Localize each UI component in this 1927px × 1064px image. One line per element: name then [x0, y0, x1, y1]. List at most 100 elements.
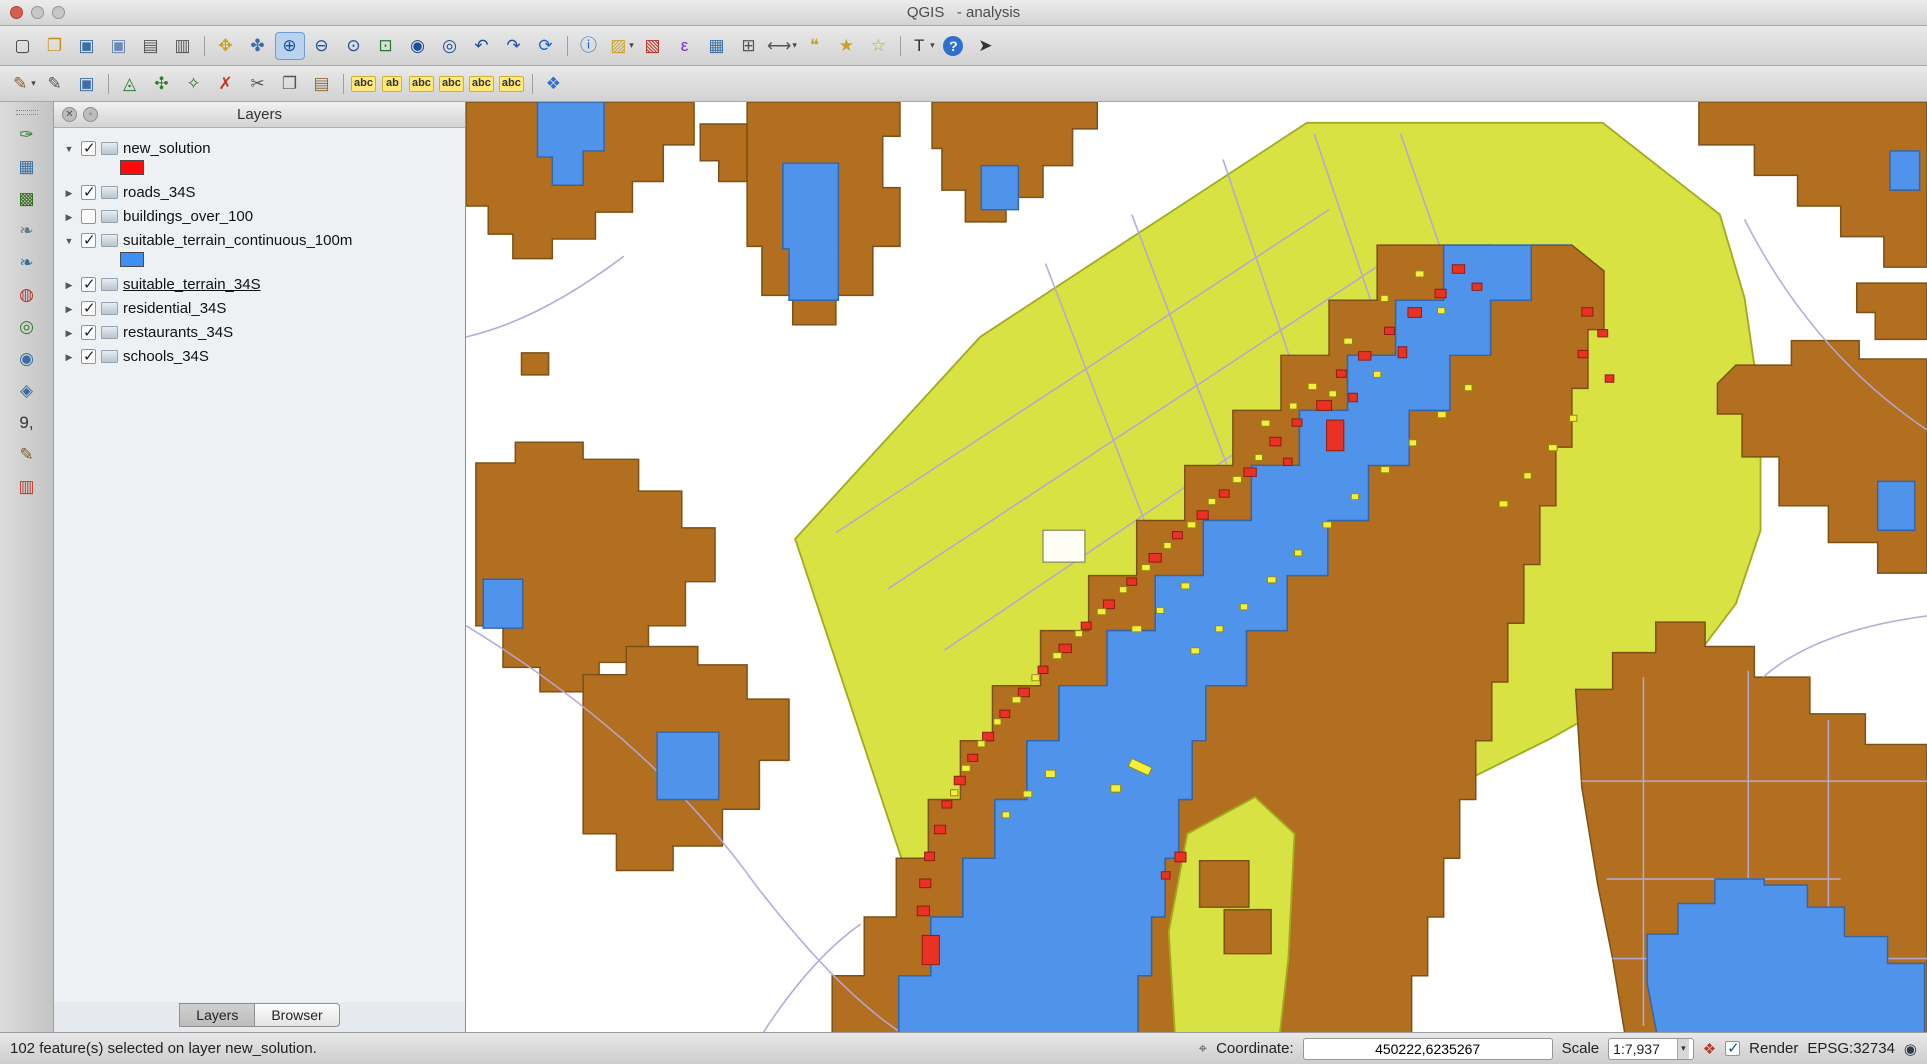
- select-by-expression-icon[interactable]: ε: [670, 32, 700, 60]
- zoom-window-button[interactable]: [52, 6, 65, 19]
- layer-row[interactable]: suitable_terrain_34S: [58, 272, 461, 296]
- add-wms-layer-icon[interactable]: ◎: [10, 313, 44, 341]
- layer-label[interactable]: roads_34S: [123, 184, 196, 201]
- map-canvas[interactable]: [466, 102, 1927, 1032]
- layer-label[interactable]: residential_34S: [123, 300, 226, 317]
- help-icon[interactable]: ?: [939, 32, 969, 60]
- expander-icon[interactable]: [62, 207, 76, 225]
- node-tool-icon[interactable]: ✧: [179, 70, 209, 98]
- measure-icon[interactable]: ⟷ ▾: [766, 32, 798, 60]
- add-vector-layer-icon[interactable]: ✑: [10, 121, 44, 149]
- combo-arrow-icon[interactable]: ▾: [1677, 1039, 1689, 1059]
- open-project-icon[interactable]: ❐: [40, 32, 70, 60]
- expander-icon[interactable]: [62, 231, 76, 249]
- layer-checkbox[interactable]: [81, 233, 96, 248]
- layer-row[interactable]: buildings_over_100: [58, 204, 461, 228]
- whats-this-icon[interactable]: ➤: [971, 32, 1001, 60]
- map-tips-icon[interactable]: ❝: [800, 32, 830, 60]
- minimize-window-button[interactable]: [31, 6, 44, 19]
- pan-to-selection-icon[interactable]: ✤: [243, 32, 273, 60]
- tab-layers[interactable]: Layers: [179, 1003, 255, 1027]
- layer-row[interactable]: restaurants_34S: [58, 320, 461, 344]
- expander-icon[interactable]: [62, 347, 76, 365]
- deselect-features-icon[interactable]: ▧: [638, 32, 668, 60]
- add-wfs-layer-icon[interactable]: ◈: [10, 377, 44, 405]
- layer-checkbox[interactable]: [81, 141, 96, 156]
- render-checkbox[interactable]: [1725, 1041, 1740, 1056]
- layer-checkbox[interactable]: [81, 185, 96, 200]
- tab-browser[interactable]: Browser: [255, 1003, 339, 1027]
- save-project-as-icon[interactable]: ▣: [104, 32, 134, 60]
- scale-combo[interactable]: 1:7,937 ▾: [1608, 1038, 1694, 1060]
- new-shapefile-icon[interactable]: ✎: [10, 441, 44, 469]
- expander-icon[interactable]: [62, 139, 76, 157]
- new-project-icon[interactable]: ▢: [8, 32, 38, 60]
- layer-label[interactable]: suitable_terrain_continuous_100m: [123, 232, 352, 249]
- identify-icon[interactable]: ⓘ: [574, 32, 604, 60]
- current-edits-icon[interactable]: ✎ ▾: [8, 70, 38, 98]
- toggle-editing-icon[interactable]: ✎: [40, 70, 70, 98]
- layer-label[interactable]: restaurants_34S: [123, 324, 233, 341]
- text-annotation-icon[interactable]: T ▾: [907, 32, 937, 60]
- label-move-icon[interactable]: abc: [438, 70, 466, 98]
- layer-checkbox[interactable]: [81, 325, 96, 340]
- label-rotate-icon[interactable]: abc: [468, 70, 496, 98]
- move-feature-icon[interactable]: ✣: [147, 70, 177, 98]
- add-spatialite-layer-icon[interactable]: ❧: [10, 217, 44, 245]
- layer-label[interactable]: new_solution: [123, 140, 211, 157]
- layer-label[interactable]: suitable_terrain_34S: [123, 276, 261, 293]
- layer-row[interactable]: new_solution: [58, 136, 461, 160]
- layer-label[interactable]: schools_34S: [123, 348, 209, 365]
- copy-features-icon[interactable]: ❐: [275, 70, 305, 98]
- stop-rendering-icon[interactable]: ❖: [1703, 1040, 1716, 1058]
- layer-checkbox[interactable]: [81, 277, 96, 292]
- add-raster-layer-icon[interactable]: ▦: [10, 153, 44, 181]
- zoom-actual-icon[interactable]: ⊙: [339, 32, 369, 60]
- zoom-in-icon[interactable]: ⊕: [275, 32, 305, 60]
- pan-map-icon[interactable]: ✥: [211, 32, 241, 60]
- zoom-to-layer-icon[interactable]: ◎: [435, 32, 465, 60]
- zoom-next-icon[interactable]: ↷: [499, 32, 529, 60]
- add-oracle-layer-icon[interactable]: ◍: [10, 281, 44, 309]
- toolbar-drag-handle[interactable]: [16, 110, 38, 115]
- tracking-icon[interactable]: ⌖: [1199, 1040, 1207, 1057]
- layer-checkbox[interactable]: [81, 349, 96, 364]
- layer-row[interactable]: suitable_terrain_continuous_100m: [58, 228, 461, 252]
- add-wcs-layer-icon[interactable]: ◉: [10, 345, 44, 373]
- labeling-options-icon[interactable]: abc: [350, 70, 378, 98]
- zoom-last-icon[interactable]: ↶: [467, 32, 497, 60]
- expander-icon[interactable]: [62, 299, 76, 317]
- label-show-hide-icon[interactable]: abc: [408, 70, 436, 98]
- select-features-icon[interactable]: ▨ ▾: [606, 32, 636, 60]
- close-window-button[interactable]: [10, 6, 23, 19]
- layer-row[interactable]: roads_34S: [58, 180, 461, 204]
- add-feature-icon[interactable]: ◬: [115, 70, 145, 98]
- expander-icon[interactable]: [62, 275, 76, 293]
- coordinate-input[interactable]: [1303, 1038, 1553, 1060]
- layer-row[interactable]: schools_34S: [58, 344, 461, 368]
- layer-row[interactable]: residential_34S: [58, 296, 461, 320]
- crs-status-icon[interactable]: ◉: [1904, 1040, 1917, 1058]
- expander-icon[interactable]: [62, 323, 76, 341]
- cut-features-icon[interactable]: ✂: [243, 70, 273, 98]
- zoom-full-icon[interactable]: ⊡: [371, 32, 401, 60]
- layer-label[interactable]: buildings_over_100: [123, 208, 253, 225]
- detach-panel-button[interactable]: ◦: [83, 107, 98, 122]
- label-pin-icon[interactable]: ab: [380, 70, 406, 98]
- new-bookmark-icon[interactable]: ★: [832, 32, 862, 60]
- add-mssql-layer-icon[interactable]: ❧: [10, 249, 44, 277]
- save-project-icon[interactable]: ▣: [72, 32, 102, 60]
- layer-checkbox[interactable]: [81, 209, 96, 224]
- new-composer-icon[interactable]: ▤: [136, 32, 166, 60]
- processing-toolbox-icon[interactable]: ❖: [539, 70, 569, 98]
- add-database-layer-icon[interactable]: ▩: [10, 185, 44, 213]
- zoom-out-icon[interactable]: ⊖: [307, 32, 337, 60]
- close-panel-button[interactable]: ✕: [62, 107, 77, 122]
- expander-icon[interactable]: [62, 183, 76, 201]
- field-calculator-icon[interactable]: ⊞: [734, 32, 764, 60]
- layer-checkbox[interactable]: [81, 301, 96, 316]
- delete-selected-icon[interactable]: ✗: [211, 70, 241, 98]
- remove-layer-icon[interactable]: ▥: [10, 473, 44, 501]
- attribute-table-icon[interactable]: ▦: [702, 32, 732, 60]
- add-delimited-text-icon[interactable]: 9,: [10, 409, 44, 437]
